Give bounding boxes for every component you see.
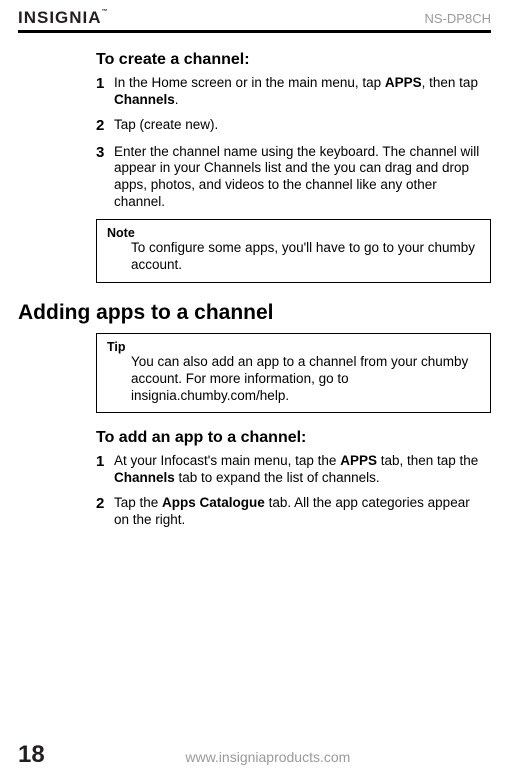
- tip-body: You can also add an app to a channel fro…: [131, 354, 480, 405]
- page-header: INSIGNIA™ NS-DP8CH: [0, 0, 509, 28]
- step-number: 1: [96, 453, 114, 487]
- adding-apps-heading: Adding apps to a channel: [18, 301, 491, 325]
- step-number: 1: [96, 75, 114, 109]
- footer-url: www.insigniaproducts.com: [45, 749, 491, 765]
- step-item: 2 Tap the Apps Catalogue tab. All the ap…: [96, 495, 491, 529]
- step-item: 2 Tap (create new).: [96, 117, 491, 136]
- step-item: 1 At your Infocast's main menu, tap the …: [96, 453, 491, 487]
- step-number: 2: [96, 117, 114, 136]
- step-number: 2: [96, 495, 114, 529]
- step-item: 3 Enter the channel name using the keybo…: [96, 144, 491, 212]
- page-content: To create a channel: 1 In the Home scree…: [0, 33, 509, 529]
- page-footer: 18 www.insigniaproducts.com: [0, 741, 509, 769]
- model-number: NS-DP8CH: [425, 11, 491, 28]
- step-item: 1 In the Home screen or in the main menu…: [96, 75, 491, 109]
- step-text: Tap the Apps Catalogue tab. All the app …: [114, 495, 491, 529]
- add-app-steps: 1 At your Infocast's main menu, tap the …: [96, 453, 491, 529]
- trademark-symbol: ™: [102, 9, 109, 15]
- note-callout: Note To configure some apps, you'll have…: [96, 219, 491, 283]
- tip-callout: Tip You can also add an app to a channel…: [96, 333, 491, 414]
- note-body: To configure some apps, you'll have to g…: [131, 240, 480, 274]
- add-app-title: To add an app to a channel:: [96, 429, 491, 447]
- step-text: In the Home screen or in the main menu, …: [114, 75, 491, 109]
- step-text: At your Infocast's main menu, tap the AP…: [114, 453, 491, 487]
- step-text: Enter the channel name using the keyboar…: [114, 144, 491, 212]
- create-channel-title: To create a channel:: [96, 51, 491, 69]
- create-channel-steps: 1 In the Home screen or in the main menu…: [96, 75, 491, 211]
- note-label: Note: [107, 226, 480, 240]
- page-number: 18: [18, 741, 45, 769]
- step-number: 3: [96, 144, 114, 212]
- logo-text: INSIGNIA: [18, 8, 102, 27]
- brand-logo: INSIGNIA™: [18, 8, 109, 28]
- tip-label: Tip: [107, 340, 480, 354]
- step-text: Tap (create new).: [114, 117, 491, 136]
